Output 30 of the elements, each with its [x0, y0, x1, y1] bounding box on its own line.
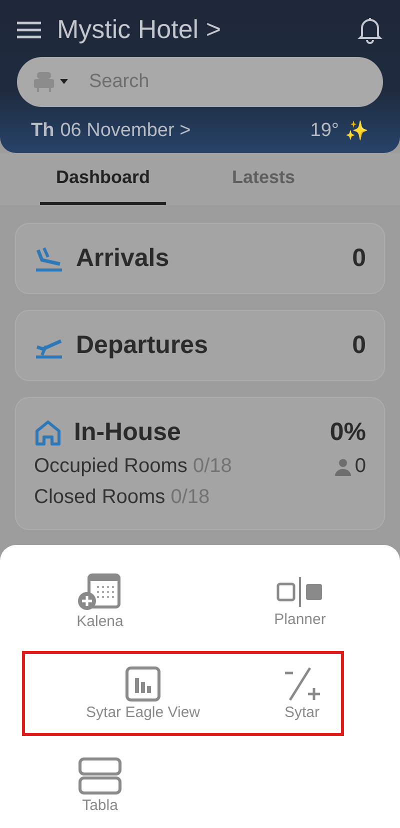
guest-count: 0 — [354, 455, 366, 478]
bar-chart-icon — [125, 666, 162, 702]
summary-card[interactable]: Arrivals 0 — [15, 223, 385, 294]
card-value: 0 — [352, 331, 366, 360]
card-title: Arrivals — [76, 244, 170, 273]
card-title: In-House — [74, 418, 182, 447]
menu-item[interactable]: Tabla — [78, 757, 122, 814]
bell-icon[interactable] — [357, 16, 383, 44]
menu-item[interactable]: Sytar Eagle View — [86, 666, 200, 721]
house-icon — [34, 418, 62, 446]
menu-icon[interactable] — [17, 20, 41, 38]
date-label[interactable]: Th 06 November > — [31, 120, 191, 142]
table-rows-icon — [78, 757, 122, 796]
menu-item[interactable]: Sytar — [282, 666, 322, 721]
plus-minus-icon — [282, 666, 322, 702]
search-field[interactable]: Search — [17, 57, 383, 107]
summary-card[interactable]: Departures 0 — [15, 310, 385, 381]
person-icon — [334, 458, 351, 476]
tab[interactable]: Dashboard — [40, 153, 166, 205]
calendar-add-icon — [77, 572, 123, 611]
card-title: Departures — [76, 331, 209, 360]
split-squares-icon — [276, 574, 324, 609]
card-value: 0 — [352, 244, 366, 273]
card-value: 0% — [330, 418, 366, 447]
plane-landing-icon — [34, 246, 64, 272]
temperature: 19° — [310, 120, 339, 142]
menu-item[interactable]: Planner — [274, 574, 326, 628]
weather-icon: ✨ — [345, 119, 369, 143]
menu-item[interactable]: Kalena — [76, 572, 124, 630]
hotel-title[interactable]: Mystic Hotel > — [57, 14, 221, 45]
